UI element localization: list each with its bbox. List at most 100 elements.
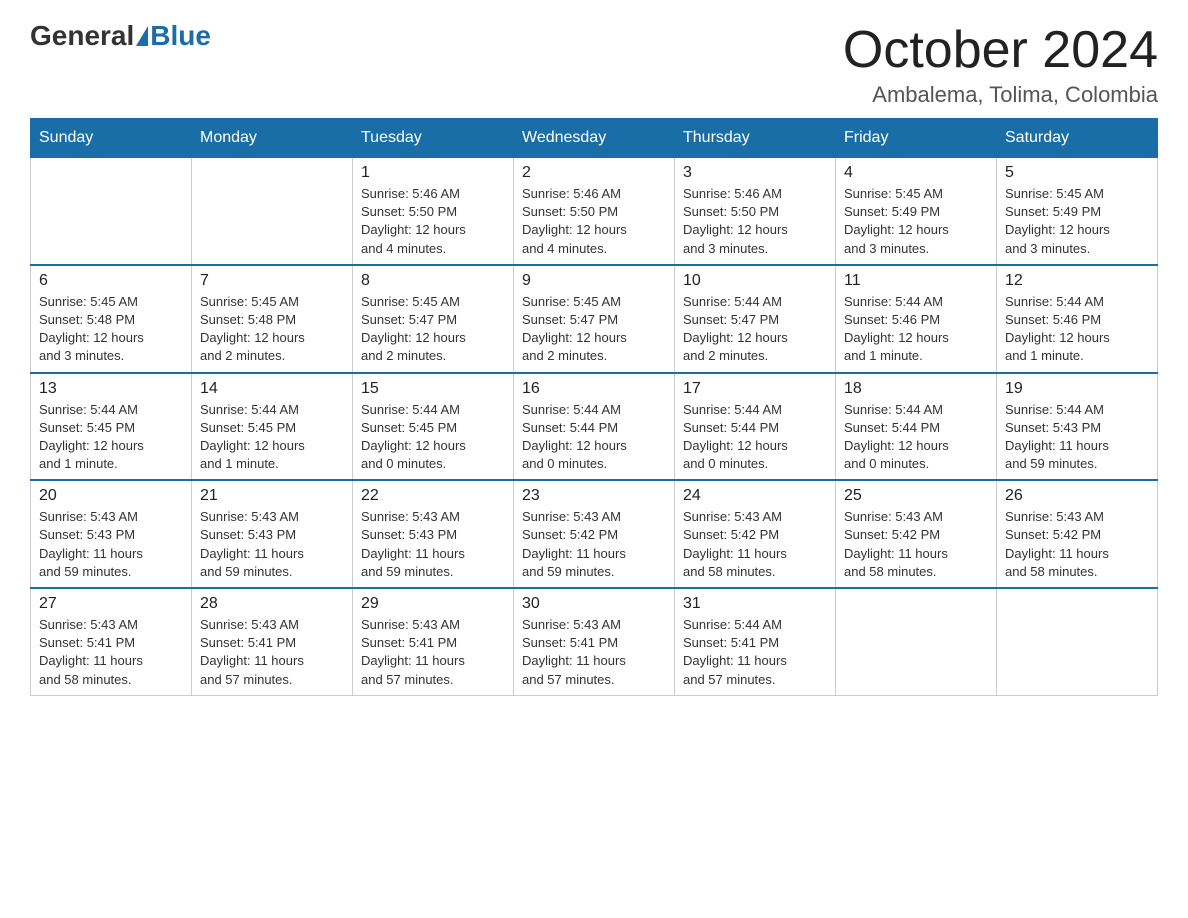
calendar-cell [31,158,192,265]
calendar-cell: 4 Sunrise: 5:45 AM Sunset: 5:49 PM Daylig… [836,158,997,265]
day-number: 21 [200,487,344,505]
day-info: Sunrise: 5:43 AM Sunset: 5:41 PM Dayligh… [200,616,344,689]
day-info: Sunrise: 5:45 AM Sunset: 5:49 PM Dayligh… [844,185,988,258]
calendar-cell: 28 Sunrise: 5:43 AM Sunset: 5:41 PM Dayli… [192,588,353,695]
day-info: Sunrise: 5:43 AM Sunset: 5:43 PM Dayligh… [39,508,183,581]
day-info: Sunrise: 5:45 AM Sunset: 5:47 PM Dayligh… [522,293,666,366]
day-number: 24 [683,487,827,505]
calendar-cell: 12Sunrise: 5:44 AM Sunset: 5:46 PM Dayli… [997,265,1158,373]
day-number: 8 [361,272,505,290]
day-number: 20 [39,487,183,505]
calendar-cell: 17Sunrise: 5:44 AM Sunset: 5:44 PM Dayli… [675,373,836,481]
day-info: Sunrise: 5:44 AM Sunset: 5:44 PM Dayligh… [522,401,666,474]
day-number: 15 [361,380,505,398]
weekday-header-sunday: Sunday [31,119,192,158]
calendar-cell: 31 Sunrise: 5:44 AM Sunset: 5:41 PM Dayli… [675,588,836,695]
day-number: 18 [844,380,988,398]
calendar-cell: 19Sunrise: 5:44 AM Sunset: 5:43 PM Dayli… [997,373,1158,481]
day-info: Sunrise: 5:45 AM Sunset: 5:48 PM Dayligh… [200,293,344,366]
logo-blue: Blue [150,20,211,52]
day-info: Sunrise: 5:45 AM Sunset: 5:48 PM Dayligh… [39,293,183,366]
calendar-cell: 26Sunrise: 5:43 AM Sunset: 5:42 PM Dayli… [997,480,1158,588]
calendar-cell: 8 Sunrise: 5:45 AM Sunset: 5:47 PM Daylig… [353,265,514,373]
weekday-header-tuesday: Tuesday [353,119,514,158]
logo: General Blue [30,20,211,52]
day-info: Sunrise: 5:43 AM Sunset: 5:41 PM Dayligh… [39,616,183,689]
calendar-cell: 3 Sunrise: 5:46 AM Sunset: 5:50 PM Daylig… [675,158,836,265]
day-number: 10 [683,272,827,290]
page-header: General Blue October 2024 Ambalema, Toli… [30,20,1158,108]
day-info: Sunrise: 5:44 AM Sunset: 5:47 PM Dayligh… [683,293,827,366]
calendar-cell: 14Sunrise: 5:44 AM Sunset: 5:45 PM Dayli… [192,373,353,481]
calendar-cell: 29Sunrise: 5:43 AM Sunset: 5:41 PM Dayli… [353,588,514,695]
calendar-cell: 6 Sunrise: 5:45 AM Sunset: 5:48 PM Daylig… [31,265,192,373]
day-info: Sunrise: 5:44 AM Sunset: 5:45 PM Dayligh… [39,401,183,474]
weekday-header-saturday: Saturday [997,119,1158,158]
calendar-cell: 27 Sunrise: 5:43 AM Sunset: 5:41 PM Dayli… [31,588,192,695]
day-number: 22 [361,487,505,505]
day-number: 3 [683,164,827,182]
day-info: Sunrise: 5:46 AM Sunset: 5:50 PM Dayligh… [522,185,666,258]
calendar-cell: 30Sunrise: 5:43 AM Sunset: 5:41 PM Dayli… [514,588,675,695]
calendar-cell: 16 Sunrise: 5:44 AM Sunset: 5:44 PM Dayli… [514,373,675,481]
calendar-cell: 24 Sunrise: 5:43 AM Sunset: 5:42 PM Dayli… [675,480,836,588]
day-info: Sunrise: 5:43 AM Sunset: 5:42 PM Dayligh… [844,508,988,581]
calendar-cell: 1 Sunrise: 5:46 AM Sunset: 5:50 PM Daylig… [353,158,514,265]
day-info: Sunrise: 5:43 AM Sunset: 5:42 PM Dayligh… [522,508,666,581]
day-info: Sunrise: 5:43 AM Sunset: 5:43 PM Dayligh… [200,508,344,581]
day-number: 27 [39,595,183,613]
calendar-cell: 7 Sunrise: 5:45 AM Sunset: 5:48 PM Daylig… [192,265,353,373]
day-number: 14 [200,380,344,398]
day-number: 4 [844,164,988,182]
day-number: 5 [1005,164,1149,182]
week-row-4: 20 Sunrise: 5:43 AM Sunset: 5:43 PM Dayli… [31,480,1158,588]
day-info: Sunrise: 5:46 AM Sunset: 5:50 PM Dayligh… [361,185,505,258]
calendar-cell: 5Sunrise: 5:45 AM Sunset: 5:49 PM Daylig… [997,158,1158,265]
day-info: Sunrise: 5:44 AM Sunset: 5:44 PM Dayligh… [844,401,988,474]
day-number: 31 [683,595,827,613]
day-number: 11 [844,272,988,290]
day-info: Sunrise: 5:43 AM Sunset: 5:42 PM Dayligh… [1005,508,1149,581]
calendar-cell: 9 Sunrise: 5:45 AM Sunset: 5:47 PM Daylig… [514,265,675,373]
day-number: 28 [200,595,344,613]
weekday-header-thursday: Thursday [675,119,836,158]
day-number: 30 [522,595,666,613]
day-number: 29 [361,595,505,613]
day-info: Sunrise: 5:45 AM Sunset: 5:47 PM Dayligh… [361,293,505,366]
day-info: Sunrise: 5:44 AM Sunset: 5:41 PM Dayligh… [683,616,827,689]
day-number: 12 [1005,272,1149,290]
day-info: Sunrise: 5:46 AM Sunset: 5:50 PM Dayligh… [683,185,827,258]
logo-general: General [30,20,134,52]
week-row-2: 6 Sunrise: 5:45 AM Sunset: 5:48 PM Daylig… [31,265,1158,373]
day-number: 23 [522,487,666,505]
day-number: 16 [522,380,666,398]
calendar-cell: 21 Sunrise: 5:43 AM Sunset: 5:43 PM Dayli… [192,480,353,588]
calendar-cell: 13Sunrise: 5:44 AM Sunset: 5:45 PM Dayli… [31,373,192,481]
day-number: 6 [39,272,183,290]
calendar-cell: 23 Sunrise: 5:43 AM Sunset: 5:42 PM Dayli… [514,480,675,588]
calendar-cell: 22 Sunrise: 5:43 AM Sunset: 5:43 PM Dayli… [353,480,514,588]
calendar-cell [192,158,353,265]
title-section: October 2024 Ambalema, Tolima, Colombia [843,20,1158,108]
day-info: Sunrise: 5:43 AM Sunset: 5:42 PM Dayligh… [683,508,827,581]
day-number: 9 [522,272,666,290]
day-number: 25 [844,487,988,505]
logo-triangle-icon [136,26,148,46]
day-info: Sunrise: 5:43 AM Sunset: 5:43 PM Dayligh… [361,508,505,581]
calendar-cell: 20 Sunrise: 5:43 AM Sunset: 5:43 PM Dayli… [31,480,192,588]
week-row-3: 13Sunrise: 5:44 AM Sunset: 5:45 PM Dayli… [31,373,1158,481]
calendar-table: SundayMondayTuesdayWednesdayThursdayFrid… [30,118,1158,696]
day-info: Sunrise: 5:44 AM Sunset: 5:45 PM Dayligh… [361,401,505,474]
calendar-cell: 2Sunrise: 5:46 AM Sunset: 5:50 PM Daylig… [514,158,675,265]
day-number: 7 [200,272,344,290]
week-row-5: 27 Sunrise: 5:43 AM Sunset: 5:41 PM Dayli… [31,588,1158,695]
weekday-header-monday: Monday [192,119,353,158]
day-info: Sunrise: 5:44 AM Sunset: 5:46 PM Dayligh… [844,293,988,366]
day-number: 17 [683,380,827,398]
calendar-cell [836,588,997,695]
day-number: 1 [361,164,505,182]
calendar-cell: 25 Sunrise: 5:43 AM Sunset: 5:42 PM Dayli… [836,480,997,588]
weekday-header-row: SundayMondayTuesdayWednesdayThursdayFrid… [31,119,1158,158]
month-title: October 2024 [843,20,1158,80]
calendar-cell: 18 Sunrise: 5:44 AM Sunset: 5:44 PM Dayli… [836,373,997,481]
